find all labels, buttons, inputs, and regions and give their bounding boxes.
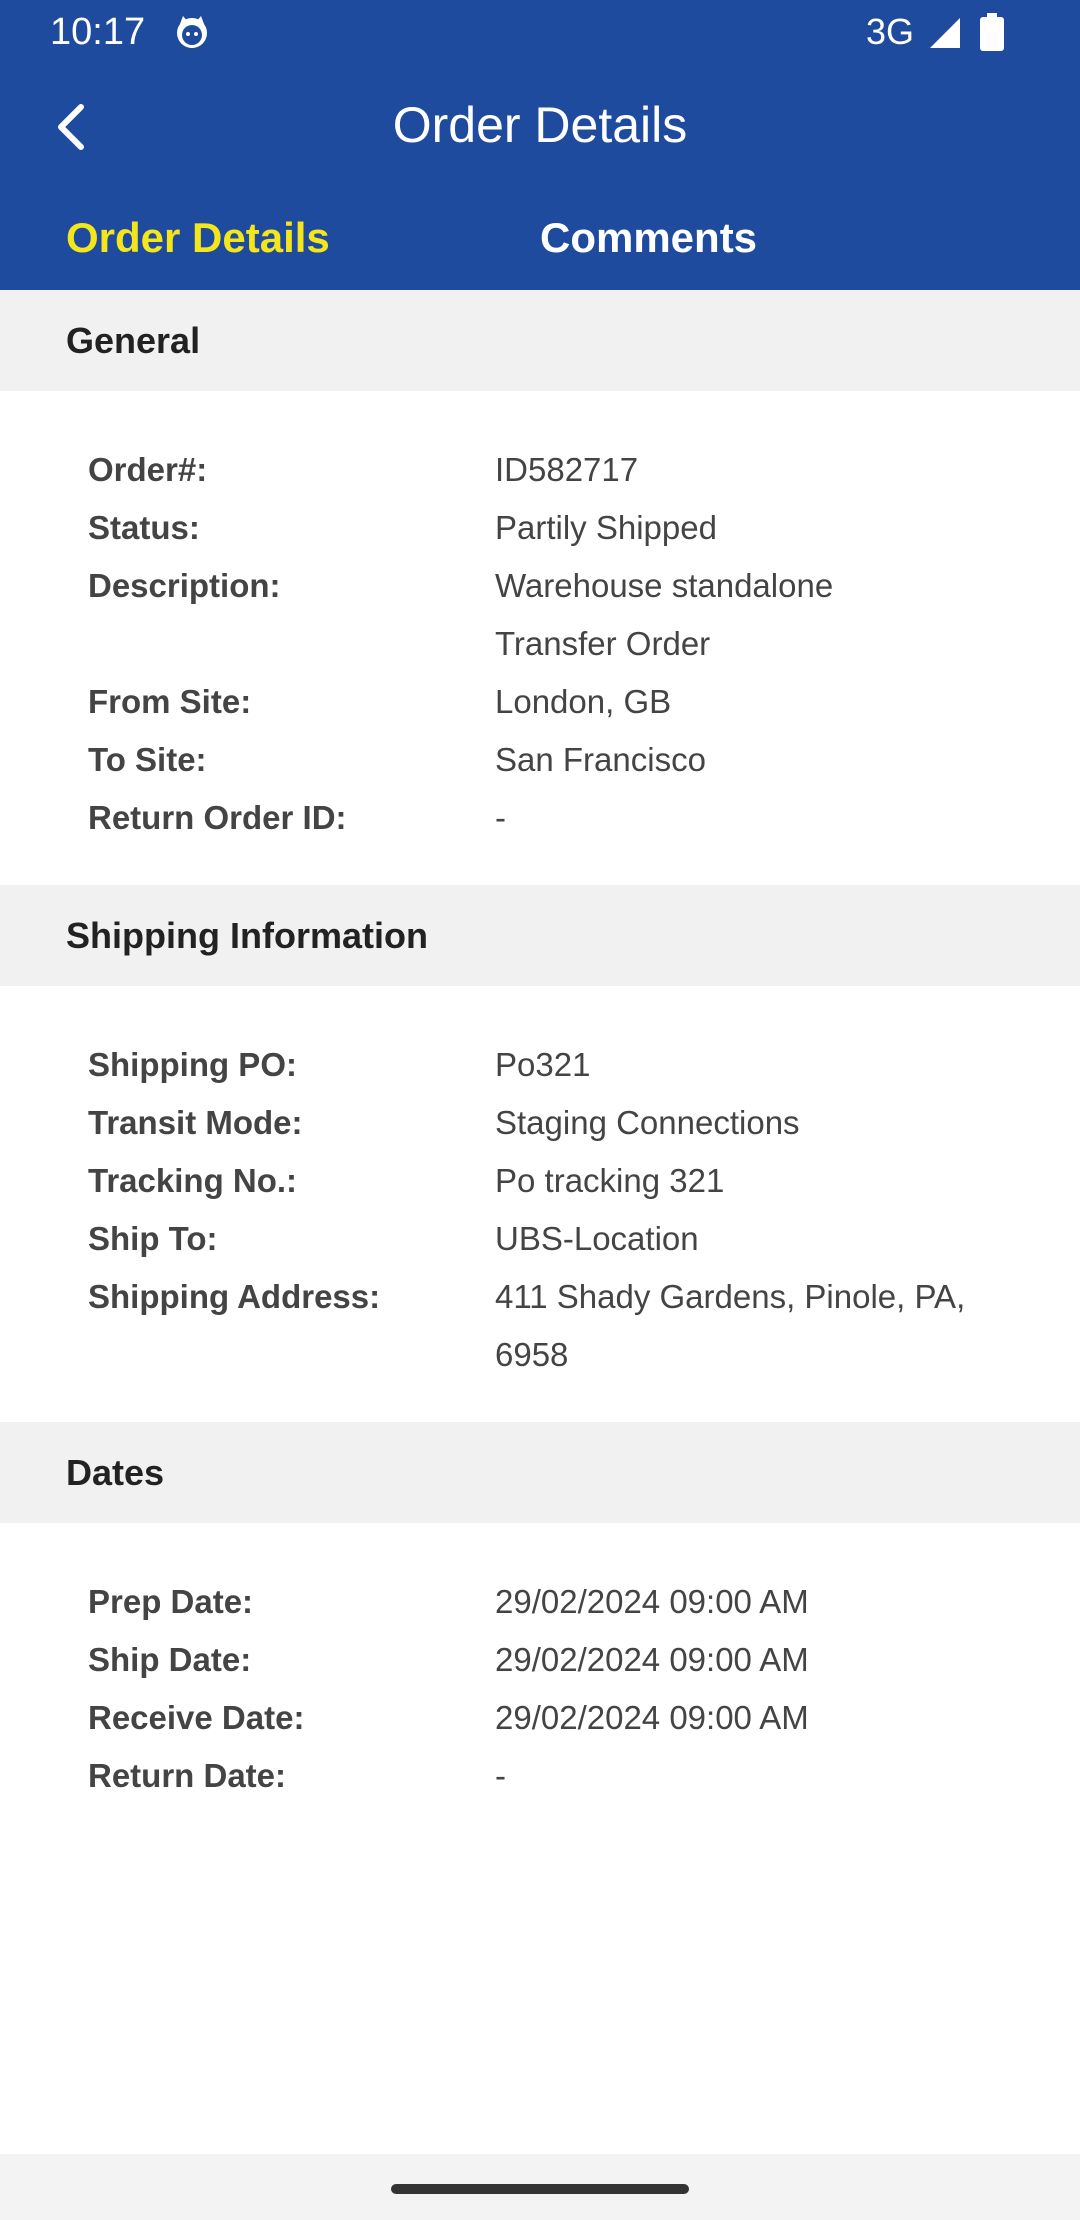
row-label: From Site:: [88, 683, 252, 720]
notification-cat-icon: [174, 14, 210, 50]
row-value: London, GB: [495, 683, 672, 720]
row-label: Order#:: [88, 451, 208, 488]
row-value: 29/02/2024 09:00 AM: [495, 1699, 809, 1736]
row-value: 29/02/2024 09:00 AM: [495, 1583, 809, 1620]
row-value: Partily Shipped: [495, 509, 717, 546]
row-value: Staging Connections: [495, 1104, 800, 1141]
detail-row: Receive Date: 29/02/2024 09:00 AM: [0, 1689, 1080, 1747]
row-value: ID582717: [495, 451, 639, 488]
section-general: Order#: ID582717 Status: Partily Shipped…: [0, 391, 1080, 885]
main-content: General Order#: ID582717 Status: Partily…: [0, 290, 1080, 1843]
row-value: UBS-Location: [495, 1220, 699, 1257]
status-time: 10:17: [50, 11, 146, 53]
row-value: Po321: [495, 1046, 591, 1083]
section-dates: Prep Date: 29/02/2024 09:00 AM Ship Date…: [0, 1523, 1080, 1843]
section-header-general: General: [0, 290, 1080, 391]
section-header-dates: Dates: [0, 1422, 1080, 1523]
section-shipping: Shipping PO: Po321 Transit Mode: Staging…: [0, 986, 1080, 1422]
tab-order-details[interactable]: Order Details: [66, 200, 330, 276]
navigation-bar: [0, 2154, 1080, 2220]
row-value: 411 Shady Gardens, Pinole, PA, 6958: [495, 1278, 966, 1373]
tab-comments[interactable]: Comments: [540, 200, 757, 276]
row-label: Prep Date:: [88, 1583, 254, 1620]
row-label: Receive Date:: [88, 1699, 305, 1736]
row-label: Status:: [88, 509, 200, 546]
detail-row: Return Order ID: -: [0, 789, 1080, 847]
row-label: Transit Mode:: [88, 1104, 303, 1141]
detail-row: Description: Warehouse standalone Transf…: [0, 557, 1080, 673]
page-title: Order Details: [392, 97, 688, 153]
row-value: -: [495, 1757, 506, 1794]
back-button[interactable]: [36, 92, 106, 162]
row-value: Warehouse standalone Transfer Order: [495, 567, 834, 662]
network-type: 3G: [866, 11, 915, 52]
app-bar: Order Details: [0, 80, 1080, 170]
detail-row: Return Date: -: [0, 1747, 1080, 1805]
row-label: Ship To:: [88, 1220, 218, 1257]
row-label: Ship Date:: [88, 1641, 252, 1678]
detail-row: Transit Mode: Staging Connections: [0, 1094, 1080, 1152]
app-header: 10:17 3G Order Details Order Details Com…: [0, 0, 1080, 290]
row-label: To Site:: [88, 741, 207, 778]
back-arrow-icon: [58, 104, 84, 150]
detail-row: To Site: San Francisco: [0, 731, 1080, 789]
row-value: San Francisco: [495, 741, 706, 778]
tab-bar: Order Details Comments: [0, 200, 1080, 276]
detail-row: Ship Date: 29/02/2024 09:00 AM: [0, 1631, 1080, 1689]
detail-row: From Site: London, GB: [0, 673, 1080, 731]
detail-row: Prep Date: 29/02/2024 09:00 AM: [0, 1573, 1080, 1631]
row-label: Tracking No.:: [88, 1162, 298, 1199]
detail-row: Tracking No.: Po tracking 321: [0, 1152, 1080, 1210]
row-label: Shipping PO:: [88, 1046, 297, 1083]
detail-row: Order#: ID582717: [0, 441, 1080, 499]
detail-row: Ship To: UBS-Location: [0, 1210, 1080, 1268]
row-value: -: [495, 799, 506, 836]
signal-icon: [928, 16, 962, 50]
section-header-shipping: Shipping Information: [0, 885, 1080, 986]
home-indicator[interactable]: [391, 2184, 689, 2194]
row-value: Po tracking 321: [495, 1162, 725, 1199]
row-value: 29/02/2024 09:00 AM: [495, 1641, 809, 1678]
detail-row: Shipping PO: Po321: [0, 1036, 1080, 1094]
detail-row: Status: Partily Shipped: [0, 499, 1080, 557]
row-label: Shipping Address:: [88, 1278, 381, 1315]
row-label: Return Date:: [88, 1757, 287, 1794]
row-label: Description:: [88, 567, 281, 604]
status-bar: 10:17 3G: [0, 0, 1080, 64]
detail-row: Shipping Address: 411 Shady Gardens, Pin…: [0, 1268, 1080, 1384]
row-label: Return Order ID:: [88, 799, 347, 836]
battery-icon: [980, 13, 1004, 51]
